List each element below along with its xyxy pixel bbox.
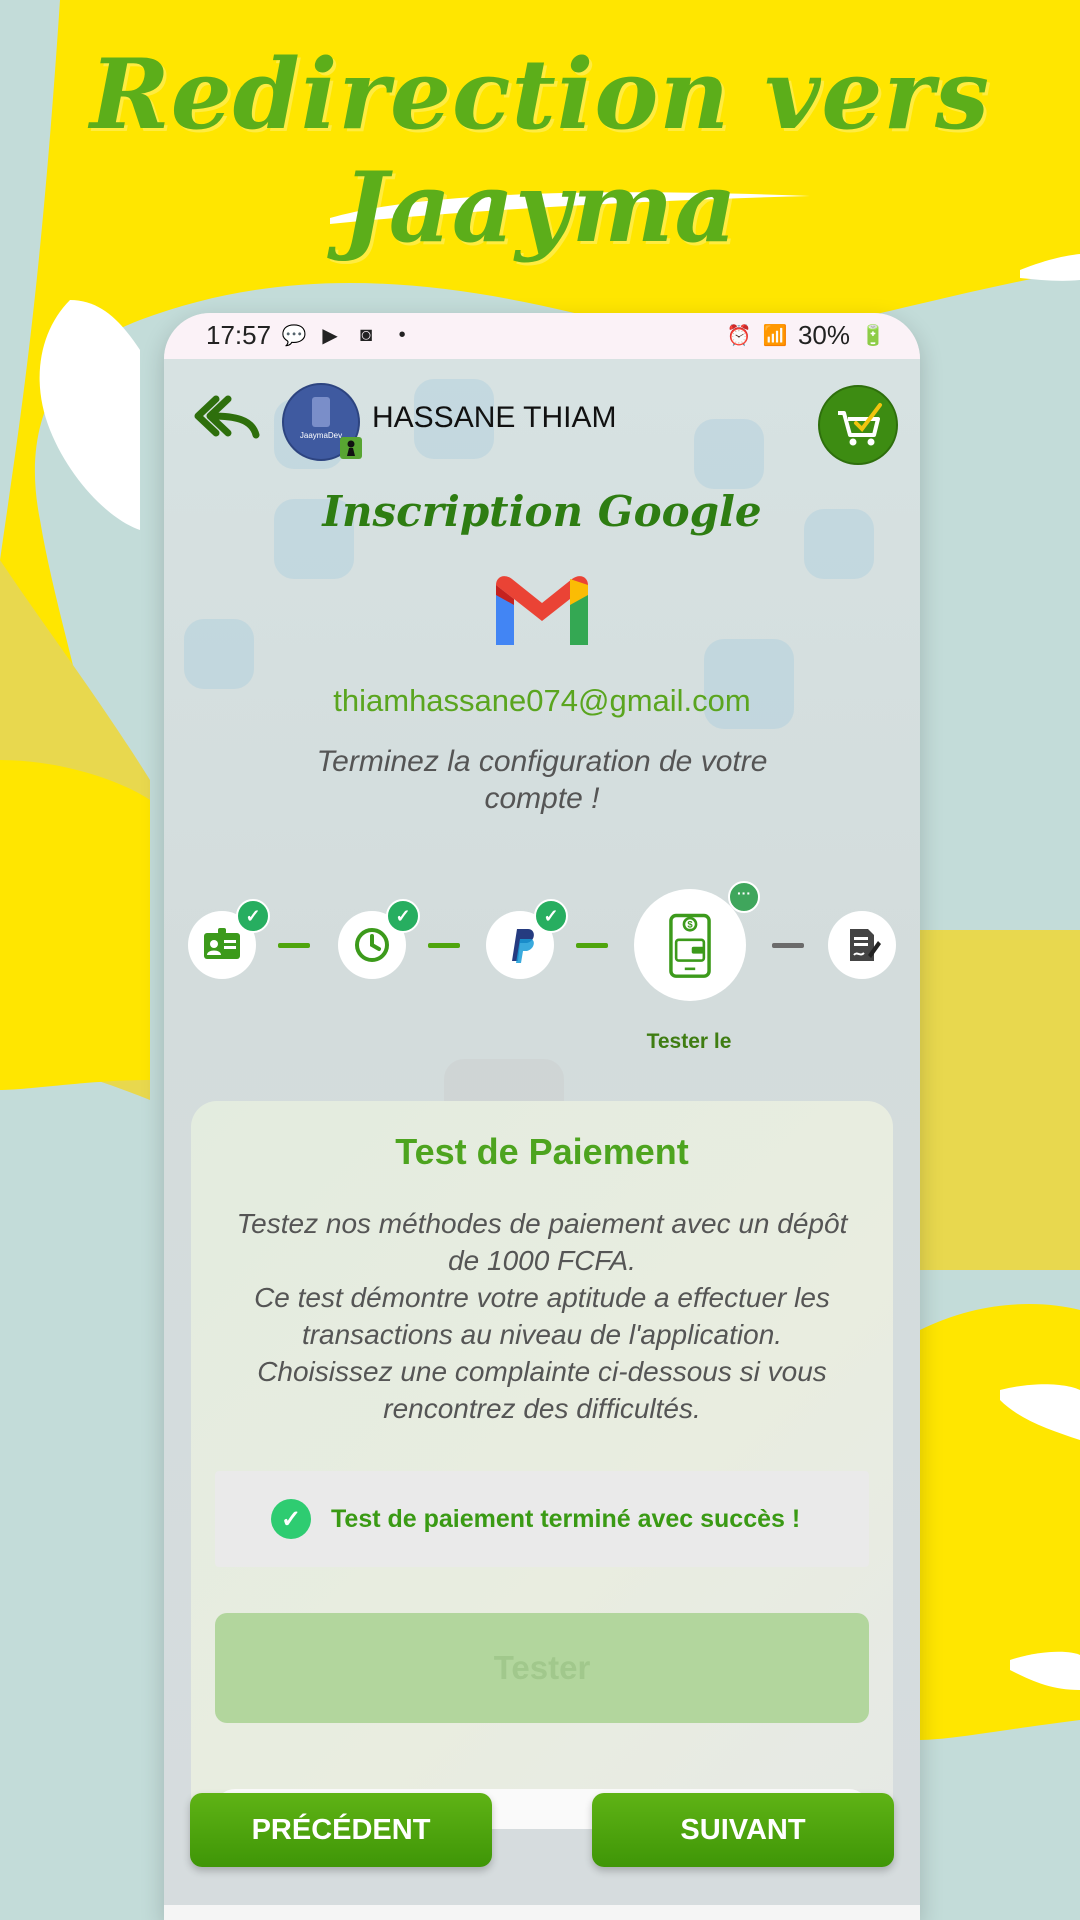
id-card-icon [204,928,240,959]
previous-button[interactable]: PRÉCÉDENT [190,1793,492,1867]
more-dots-icon: ··· [728,881,760,913]
step-connector [772,943,804,948]
progress-stepper: ✓ ✓ ✓ $ ··· Tester le [164,869,920,1069]
step-connector [576,943,608,948]
clock-time: 17:57 [206,320,272,350]
step-connector [278,943,310,948]
wifi-icon: 📶 [762,325,788,347]
youtube-icon: ▶ [322,325,338,347]
next-button[interactable]: SUIVANT [592,1793,894,1867]
app-screen: JaaymaDev HASSANE THIAM Inscription Goog… [164,359,920,1920]
current-step-label: Tester le [646,1030,732,1053]
success-check-icon: ✓ [271,1499,311,1539]
payment-test-card: Test de Paiement Testez nos méthodes de … [191,1101,893,1829]
phone-frame: 17:57 💬 ▶ ◙ • ⏰ 📶 30% 🔋 JaaymaDev HASSAN… [164,313,920,1920]
step-contract[interactable] [828,911,896,979]
gmail-icon [496,576,588,645]
cart-button[interactable] [818,385,898,465]
step-done-check-icon: ✓ [534,899,568,933]
step-payment-test[interactable]: $ [634,889,746,1001]
user-name: HASSANE THIAM [372,401,617,434]
document-sign-icon [850,929,881,961]
chess-pawn-icon [340,437,362,459]
battery-icon: 🔋 [860,325,886,347]
back-arrow-icon[interactable] [194,391,260,441]
battery-level: 30% [797,320,850,350]
tester-button[interactable]: Tester [215,1613,869,1723]
cart-check-icon [838,403,882,446]
svg-text:$: $ [687,920,693,931]
account-email: thiamhassane074@gmail.com [333,683,751,718]
alarm-icon: ⏰ [726,325,752,347]
status-bar: 17:57 💬 ▶ ◙ • ⏰ 📶 30% 🔋 [164,313,920,359]
success-message: Test de paiement terminé avec succès ! [331,1505,801,1533]
wallet-phone-icon: $ [669,913,711,978]
card-title: Test de Paiement [395,1131,689,1172]
screenshot-icon: ◙ [360,324,373,346]
setup-instruction: Terminez la configuration de votre compt… [316,745,768,815]
success-message-box: ✓ Test de paiement terminé avec succès ! [215,1471,869,1567]
step-done-check-icon: ✓ [236,899,270,933]
phone-logo-icon [312,397,330,427]
background-app-tile [184,619,254,689]
navigation-bar [164,1905,920,1920]
promo-title: Redirection vers Jaayma [89,38,991,264]
dot-icon: • [398,324,406,346]
app-header: JaaymaDev HASSANE THIAM [164,359,920,479]
card-description: Testez nos méthodes de paiement avec un … [236,1208,848,1424]
step-done-check-icon: ✓ [386,899,420,933]
step-connector [428,943,460,948]
clock-icon [355,928,389,962]
chat-icon: 💬 [281,325,307,347]
paypal-icon [512,929,534,963]
page-subtitle: Inscription Google [322,487,762,536]
